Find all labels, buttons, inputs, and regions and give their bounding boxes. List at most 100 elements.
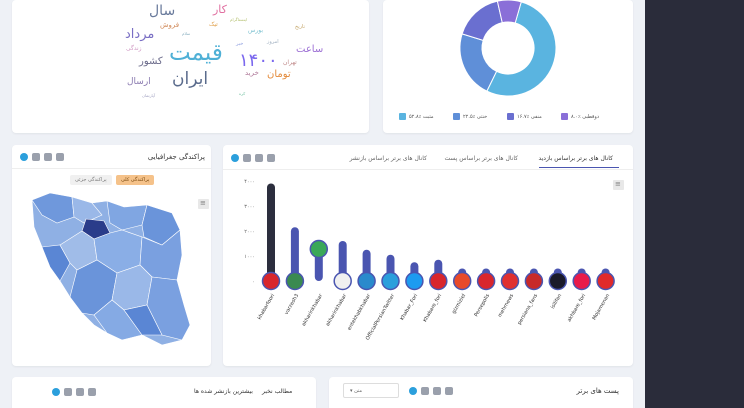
twitter-icon[interactable]	[255, 154, 263, 162]
channel-avatar[interactable]	[500, 271, 520, 291]
legend-swatch	[561, 113, 568, 120]
twitter-icon[interactable]	[32, 153, 40, 161]
wordcloud-word: امروز	[267, 39, 279, 45]
twitter-icon[interactable]	[76, 388, 84, 396]
telegram-icon[interactable]	[409, 387, 417, 395]
rss-icon[interactable]	[56, 153, 64, 161]
wordcloud-word: زندگی	[126, 45, 142, 52]
wordcloud-word: تیک	[209, 21, 218, 28]
wordcloud-word: تومان	[267, 69, 291, 80]
telegram-icon[interactable]	[231, 154, 239, 162]
channel-avatar[interactable]	[429, 271, 448, 291]
tab-active-underline	[539, 167, 619, 168]
instagram-icon[interactable]	[44, 153, 52, 161]
share-icons	[20, 153, 64, 161]
channel-avatar[interactable]	[596, 271, 615, 291]
y-tick-label: ۴۰۰۰	[244, 179, 255, 185]
tab-reposted[interactable]: بیشترین بازنشر شده ها	[194, 388, 253, 395]
legend-item[interactable]: ۸.۰٪ دوقطبی	[561, 113, 599, 120]
top-channels-chart: ۴۰۰۰ ۳۰۰۰ ۲۰۰۰ ۱۰۰۰ ۰	[244, 179, 615, 291]
legend-swatch	[453, 113, 460, 120]
legend-label: ۸.۰٪ دوقطبی	[571, 113, 600, 120]
channel-avatar[interactable]	[261, 271, 281, 291]
top-channels-card: کانال های برتر براساس بازدید کانال های ب…	[223, 145, 633, 366]
wordcloud-word: قیمت	[169, 40, 223, 66]
top-posts-title: پست های برتر	[576, 387, 619, 395]
legend-swatch	[507, 113, 514, 120]
legend-label: ۲۲.۵٪ خنثی	[463, 113, 488, 120]
side-panel-dark	[645, 0, 744, 408]
wordcloud-word: خرید	[245, 69, 259, 77]
wordcloud-word: سلام	[182, 31, 191, 36]
channel-avatar[interactable]	[333, 271, 352, 291]
wordcloud-word: سال	[149, 3, 176, 19]
wordcloud: قیمت ۱۴۰۰ ایران سال مرداد کار ساعت تومان کشور ارس…	[12, 0, 369, 133]
geo-card: پراکندگی جغرافیایی پراکندگی کلی پراکندگی…	[12, 145, 211, 366]
wordcloud-word: اینستاگرام	[230, 17, 248, 22]
tab-by-views[interactable]: کانال های برتر براساس بازدید	[538, 155, 613, 162]
wordcloud-word: تاریخ	[295, 24, 305, 30]
instagram-icon[interactable]	[64, 388, 72, 396]
wordcloud-word: کشور	[139, 56, 163, 67]
share-icons	[231, 154, 275, 162]
divider	[12, 168, 211, 169]
channel-avatar[interactable]	[476, 271, 496, 291]
share-icons	[52, 388, 96, 396]
wordcloud-word: تهران	[283, 59, 297, 66]
channel-avatar[interactable]	[548, 271, 568, 291]
wordcloud-word: مرداد	[125, 27, 155, 42]
tab-news-items[interactable]: مطالب نخبر	[262, 388, 292, 395]
sentiment-card: ۵۲.۸٪ مثبت ۲۲.۵٪ خنثی ۱۶.۷٪ منفی ۸.۰٪ دوقطب…	[383, 0, 633, 133]
wordcloud-word: ایران	[172, 69, 209, 89]
y-tick-label: ۰	[252, 279, 255, 285]
legend-item[interactable]: ۵۲.۸٪ مثبت	[399, 113, 434, 120]
iran-map	[31, 192, 191, 346]
sentiment-donut	[459, 0, 557, 97]
wordcloud-word: فروش	[160, 21, 180, 29]
tab-by-reposts[interactable]: کانال های برتر براساس بازنشر	[350, 155, 427, 162]
y-tick-label: ۳۰۰۰	[244, 204, 255, 210]
legend-item[interactable]: ۱۶.۷٪ منفی	[507, 113, 542, 120]
channel-avatar[interactable]	[405, 271, 424, 291]
legend-swatch	[399, 113, 406, 120]
chart-bar[interactable]	[267, 183, 275, 282]
wordcloud-word: ساعت	[296, 44, 324, 55]
telegram-icon[interactable]	[52, 388, 60, 396]
channel-avatar[interactable]	[357, 271, 376, 291]
dropdown-value: متن	[354, 388, 363, 394]
channel-avatar[interactable]	[572, 271, 591, 291]
wordcloud-word: کار	[213, 3, 227, 16]
channel-avatar[interactable]	[524, 271, 544, 291]
legend-label: ۱۶.۷٪ منفی	[517, 113, 542, 120]
chevron-down-icon: ▾	[350, 388, 353, 394]
wordcloud-word: آپارتمان	[142, 93, 155, 98]
reposted-card: بیشترین بازنشر شده ها مطالب نخبر	[12, 377, 316, 408]
tab-by-posts[interactable]: کانال های برتر براساس پست	[444, 155, 518, 162]
channel-avatar[interactable]	[452, 271, 472, 291]
wordcloud-word: بورس	[248, 27, 263, 34]
legend-item[interactable]: ۲۲.۵٪ خنثی	[453, 113, 487, 120]
telegram-icon[interactable]	[20, 153, 28, 161]
geo-title: پراکندگی جغرافیایی	[147, 153, 205, 161]
geo-detail-button[interactable]: پراکندگی جزئی	[70, 175, 112, 185]
rss-icon[interactable]	[88, 388, 96, 396]
channel-avatar[interactable]	[381, 271, 400, 291]
wordcloud-word: کره	[239, 91, 246, 96]
donut-slice[interactable]	[461, 0, 503, 41]
wordcloud-word: ۱۴۰۰	[239, 50, 278, 71]
y-tick-label: ۲۰۰۰	[244, 229, 255, 235]
instagram-icon[interactable]	[243, 154, 251, 162]
wordcloud-word: ارسال	[127, 77, 151, 87]
instagram-icon[interactable]	[421, 387, 429, 395]
rss-icon[interactable]	[445, 387, 453, 395]
geo-overall-button[interactable]: پراکندگی کلی	[116, 175, 155, 185]
type-dropdown[interactable]: ▾ متن	[343, 383, 399, 398]
wordcloud-word: خبر	[236, 41, 244, 47]
top-posts-card: پست های برتر ▾ متن	[329, 377, 633, 408]
channel-avatar[interactable]	[285, 271, 305, 291]
wordcloud-card: قیمت ۱۴۰۰ ایران سال مرداد کار ساعت تومان کشور ارس…	[12, 0, 369, 133]
donut-slice[interactable]	[459, 33, 498, 92]
twitter-icon[interactable]	[433, 387, 441, 395]
channel-avatar[interactable]	[309, 239, 329, 259]
rss-icon[interactable]	[267, 154, 275, 162]
